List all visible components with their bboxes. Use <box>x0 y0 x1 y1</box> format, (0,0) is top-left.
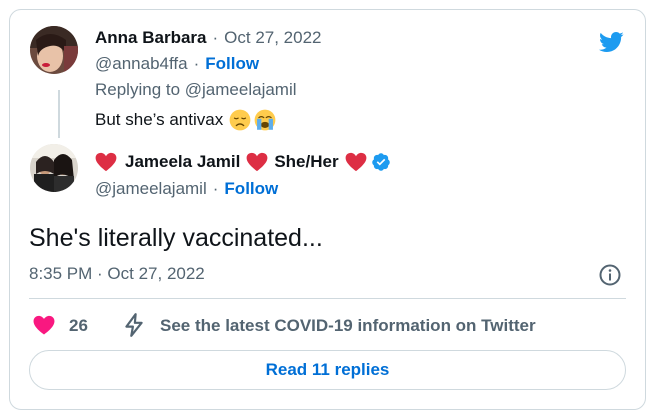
separator-dot: · <box>193 54 200 73</box>
reply-text-content: But she’s antivax <box>95 110 224 129</box>
verified-badge-icon <box>371 153 390 171</box>
twitter-bird-icon[interactable] <box>596 29 626 55</box>
heart-icon[interactable] <box>33 315 55 335</box>
reply-handle-row: @annab4ffa · Follow <box>95 54 259 74</box>
separator-dot: · <box>212 179 219 198</box>
reply-handle[interactable]: @annab4ffa <box>95 54 188 74</box>
disappointed-face-emoji <box>229 109 251 131</box>
main-handle[interactable]: @jameelajamil <box>95 179 207 199</box>
avatar-anna-barbara[interactable] <box>30 26 78 74</box>
reply-author-row: Anna Barbara · Oct 27, 2022 <box>95 28 322 48</box>
main-author-row: Jameela Jamil She/Her <box>95 152 391 172</box>
pronouns-label: She/Her <box>274 152 339 171</box>
covid-info-link[interactable]: See the latest COVID-19 information on T… <box>160 316 536 336</box>
avatar-jameela-jamil[interactable] <box>30 144 78 192</box>
reply-tweet-text: But she’s antivax <box>95 109 276 131</box>
main-handle-row: @jameelajamil · Follow <box>95 179 278 199</box>
like-count[interactable]: 26 <box>69 316 88 336</box>
read-replies-label: Read 11 replies <box>265 360 390 379</box>
tweet-timestamp[interactable]: 8:35 PM · Oct 27, 2022 <box>29 264 205 284</box>
red-heart-emoji <box>95 152 117 172</box>
replying-to-label[interactable]: Replying to @jameelajamil <box>95 80 297 100</box>
reply-display-name[interactable]: Anna Barbara <box>95 28 206 48</box>
separator-dot: · <box>212 28 219 47</box>
actions-divider <box>29 298 626 299</box>
read-replies-button[interactable]: Read 11 replies <box>29 350 626 390</box>
red-heart-emoji <box>246 152 268 172</box>
info-icon[interactable] <box>598 263 622 287</box>
lightning-bolt-icon <box>125 313 143 337</box>
follow-button-jameela[interactable]: Follow <box>224 179 278 199</box>
main-tweet-text: She's literally vaccinated... <box>29 224 323 252</box>
red-heart-emoji <box>345 152 366 172</box>
follow-button-anna[interactable]: Follow <box>205 54 259 74</box>
main-display-name[interactable]: Jameela Jamil <box>125 152 240 172</box>
crying-face-emoji <box>254 109 276 131</box>
thread-connector-line <box>58 90 60 138</box>
reply-date[interactable]: Oct 27, 2022 <box>224 28 321 48</box>
